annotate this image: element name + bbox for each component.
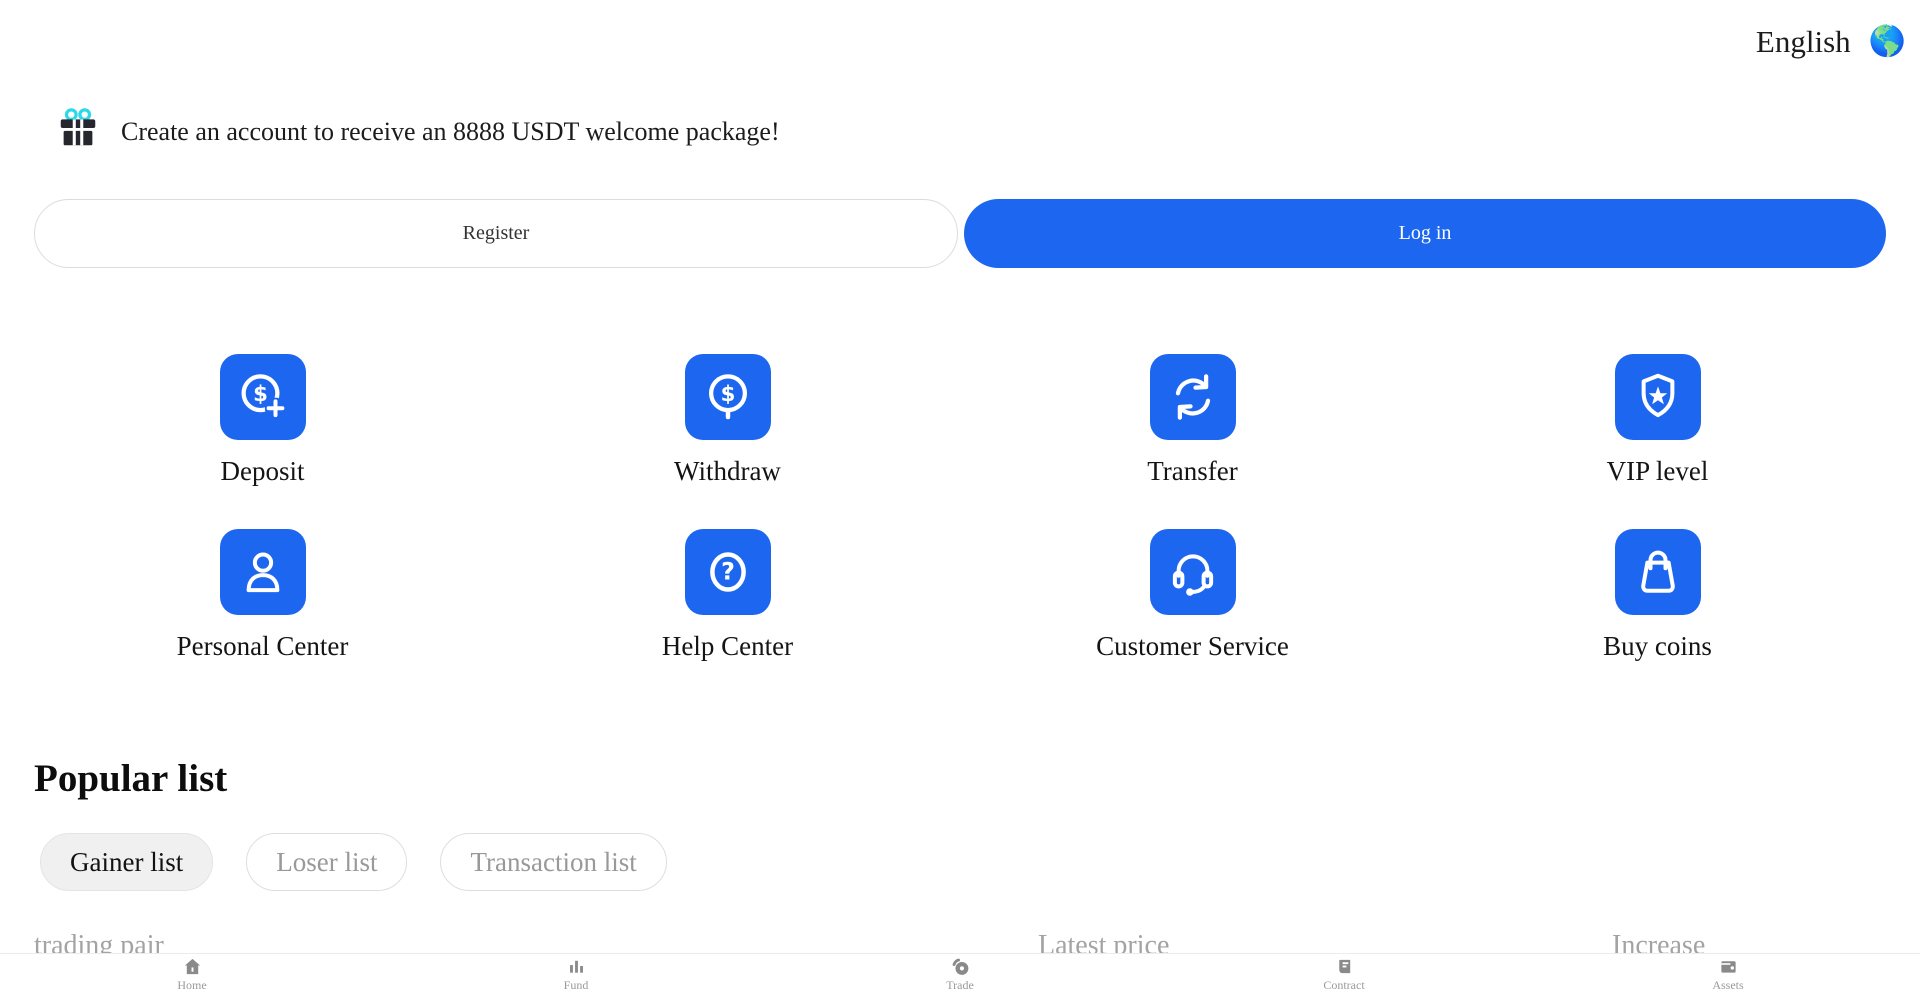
nav-label: Assets [1712,978,1743,993]
tab-transaction-list[interactable]: Transaction list [440,833,666,891]
globe-icon[interactable]: 🌎 [1869,27,1906,57]
language-selector[interactable]: English [1756,24,1851,60]
contract-icon [1334,957,1355,976]
register-button[interactable]: Register [34,199,958,268]
quick-action-transfer[interactable]: Transfer [960,354,1425,487]
assets-icon [1718,957,1739,976]
quick-action-help-center[interactable]: ? Help Center [495,529,960,662]
popular-list-title: Popular list [34,756,1920,801]
svg-text:?: ? [721,558,735,586]
quick-action-label: VIP level [1607,456,1709,487]
nav-label: Contract [1323,978,1364,993]
deposit-icon: $ [220,354,306,440]
tab-loser-list[interactable]: Loser list [246,833,407,891]
customer-service-icon [1150,529,1236,615]
login-button[interactable]: Log in [964,199,1886,268]
nav-label: Home [177,978,206,993]
buy-coins-icon [1615,529,1701,615]
quick-action-label: Transfer [1147,456,1238,487]
quick-action-deposit[interactable]: $ Deposit [30,354,495,487]
tab-gainer-list[interactable]: Gainer list [40,833,213,891]
nav-label: Trade [946,978,974,993]
gift-icon [55,106,101,157]
quick-action-label: Withdraw [674,456,781,487]
quick-action-label: Buy coins [1603,631,1712,662]
bottom-nav: Home Fund Trade Contract Assets [0,953,1920,993]
home-icon [182,957,203,976]
quick-action-customer-service[interactable]: Customer Service [960,529,1425,662]
withdraw-icon: $ [685,354,771,440]
quick-actions-grid: $ Deposit $ Withdraw Transfer [0,354,1920,662]
svg-text:$: $ [720,382,735,407]
fund-icon [566,957,587,976]
promo-message: Create an account to receive an 8888 USD… [121,117,780,147]
transfer-icon [1150,354,1236,440]
quick-action-label: Deposit [221,456,305,487]
vip-level-icon [1615,354,1701,440]
auth-buttons: Register Log in [34,199,1886,268]
personal-center-icon [220,529,306,615]
popular-list-tabs: Gainer list Loser list Transaction list [40,833,1920,891]
promo-banner: Create an account to receive an 8888 USD… [55,106,1920,157]
quick-action-label: Personal Center [177,631,349,662]
quick-action-withdraw[interactable]: $ Withdraw [495,354,960,487]
trade-icon [950,957,971,976]
quick-action-buy-coins[interactable]: Buy coins [1425,529,1890,662]
nav-label: Fund [564,978,589,993]
quick-action-label: Help Center [662,631,793,662]
svg-text:$: $ [253,382,268,407]
nav-item-fund[interactable]: Fund [384,954,768,993]
nav-item-assets[interactable]: Assets [1536,954,1920,993]
quick-action-personal-center[interactable]: Personal Center [30,529,495,662]
help-center-icon: ? [685,529,771,615]
quick-action-label: Customer Service [1096,631,1289,662]
nav-item-contract[interactable]: Contract [1152,954,1536,993]
top-bar: English 🌎 [0,0,1920,60]
nav-item-trade[interactable]: Trade [768,954,1152,993]
nav-item-home[interactable]: Home [0,954,384,993]
quick-action-vip-level[interactable]: VIP level [1425,354,1890,487]
